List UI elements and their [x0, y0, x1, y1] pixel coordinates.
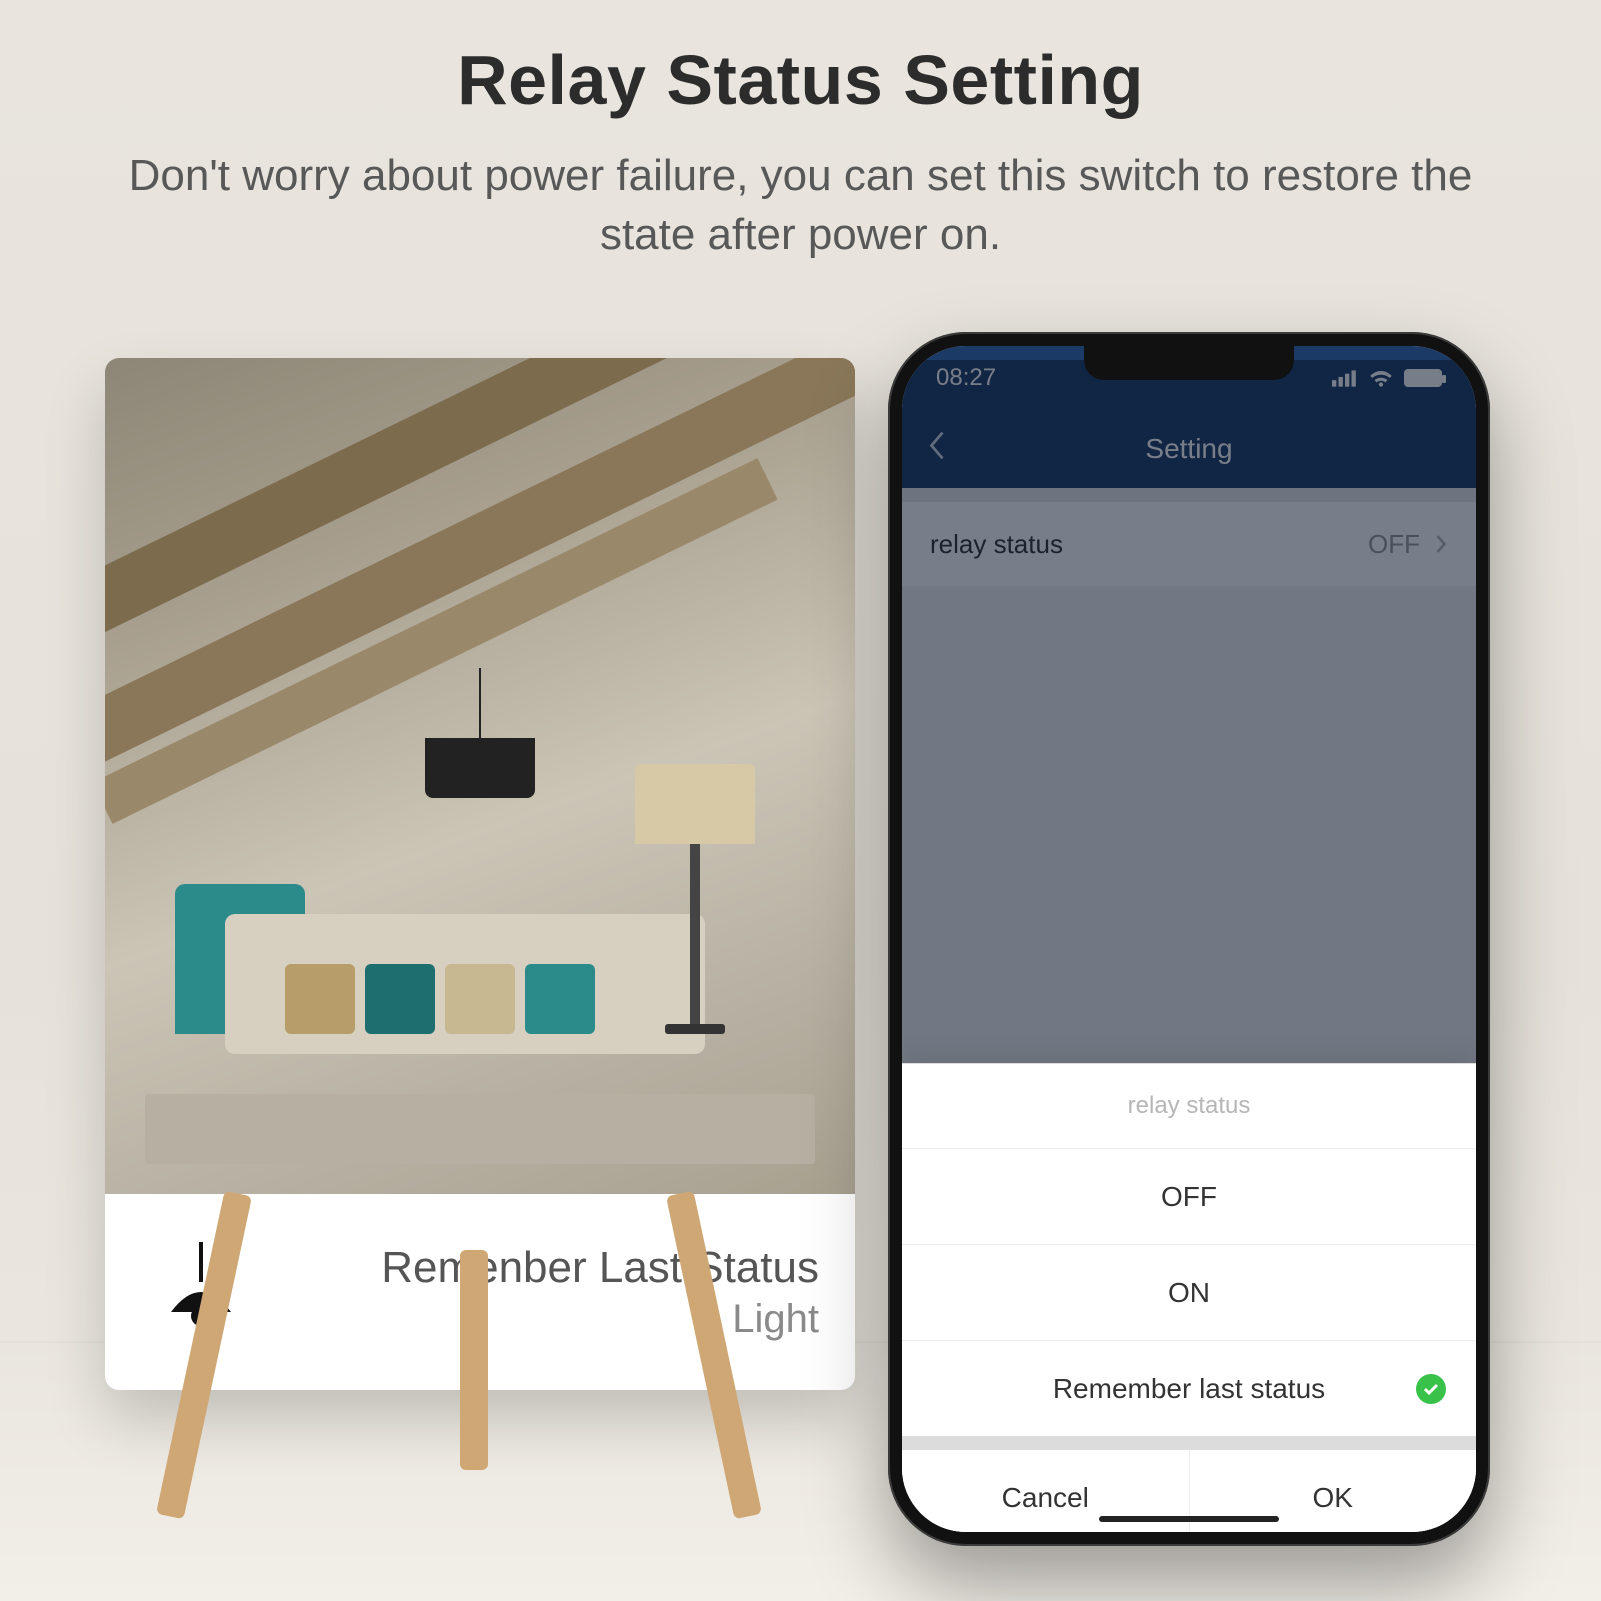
phone-screen: 08:27 Setting relay status OFF [902, 346, 1476, 1532]
row-relay-status[interactable]: relay status OFF [902, 502, 1476, 586]
phone-notch [1084, 346, 1294, 380]
option-on[interactable]: ON [902, 1244, 1476, 1340]
relay-status-sheet: relay status OFF ON Remember last status… [902, 1063, 1476, 1532]
wifi-icon [1368, 368, 1394, 388]
row-label: relay status [930, 529, 1063, 560]
phone-frame: 08:27 Setting relay status OFF [888, 332, 1490, 1546]
option-label: ON [1168, 1277, 1210, 1309]
easel-leg [460, 1250, 488, 1470]
option-label: Remember last status [1053, 1373, 1325, 1405]
sheet-title: relay status [902, 1064, 1476, 1148]
option-label: OFF [1161, 1181, 1217, 1213]
sheet-separator [902, 1436, 1476, 1450]
header-title: Setting [1145, 433, 1232, 465]
chevron-right-icon [1434, 533, 1448, 555]
back-button[interactable] [926, 429, 948, 470]
battery-icon [1404, 369, 1442, 387]
option-off[interactable]: OFF [902, 1148, 1476, 1244]
hero: Relay Status Setting Don't worry about p… [126, 40, 1476, 265]
hero-title: Relay Status Setting [126, 40, 1476, 120]
signal-icon [1332, 368, 1358, 388]
home-indicator[interactable] [1099, 1516, 1279, 1522]
card-subtitle: Light [283, 1297, 819, 1342]
settings-list: relay status OFF relay status OFF ON Rem… [902, 502, 1476, 1532]
chevron-left-icon [926, 429, 948, 463]
app-header: Setting [902, 410, 1476, 488]
status-time: 08:27 [936, 364, 996, 392]
check-icon [1416, 1374, 1446, 1404]
card-title: Remenber Last Status [283, 1243, 819, 1293]
row-value: OFF [1368, 529, 1420, 560]
promo-image [105, 358, 855, 1194]
option-remember-last-status[interactable]: Remember last status [902, 1340, 1476, 1436]
hero-subtitle: Don't worry about power failure, you can… [126, 146, 1476, 265]
